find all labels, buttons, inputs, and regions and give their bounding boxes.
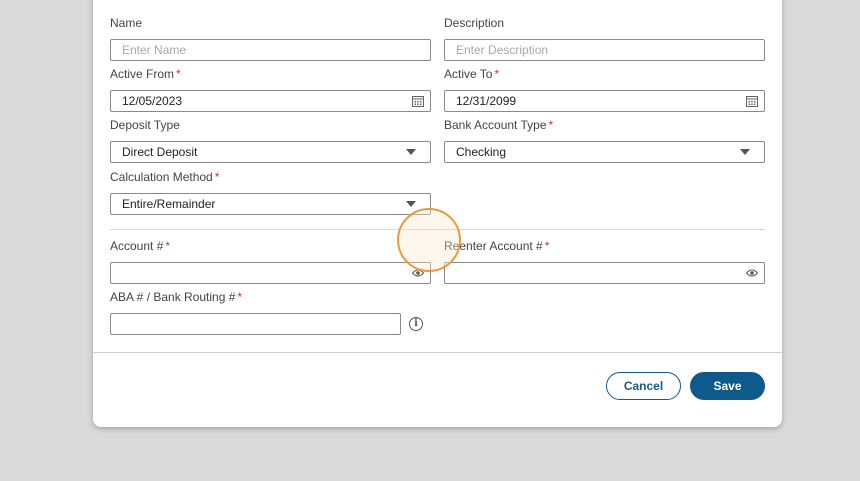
reenter-account-number-label: Reenter Account # * <box>444 239 550 253</box>
deposit-type-select[interactable]: Direct Deposit <box>110 141 431 163</box>
active-to-label: Active To * <box>444 67 500 81</box>
account-number-input[interactable] <box>110 262 431 284</box>
active-from-field-group: Active From * 12/05/2023 <box>110 66 431 112</box>
name-label: Name <box>110 16 143 30</box>
calculation-method-field-group: Calculation Method * Entire/Remainder <box>110 169 431 215</box>
reenter-account-number-field-group: Reenter Account # * <box>444 238 765 284</box>
active-from-input[interactable]: 12/05/2023 <box>110 90 431 112</box>
calendar-icon[interactable] <box>746 91 758 111</box>
aba-routing-input[interactable] <box>110 313 401 335</box>
required-asterisk: * <box>237 290 243 304</box>
calculation-method-label: Calculation Method * <box>110 170 220 184</box>
chevron-down-icon[interactable] <box>406 142 416 162</box>
description-label: Description <box>444 16 505 30</box>
active-from-label: Active From * <box>110 67 181 81</box>
reenter-account-number-input[interactable] <box>444 262 765 284</box>
aba-routing-label: ABA # / Bank Routing # * <box>110 290 243 304</box>
required-asterisk: * <box>165 239 171 253</box>
bank-account-type-select[interactable]: Checking <box>444 141 765 163</box>
required-asterisk: * <box>548 118 554 132</box>
bank-account-type-field-group: Bank Account Type * Checking <box>444 117 765 163</box>
account-number-label: Account # * <box>110 239 171 253</box>
calculation-method-select[interactable]: Entire/Remainder <box>110 193 431 215</box>
bank-account-type-label: Bank Account Type * <box>444 118 554 132</box>
save-button[interactable]: Save <box>690 372 765 400</box>
active-to-field-group: Active To * 12/31/2099 <box>444 66 765 112</box>
chevron-down-icon[interactable] <box>406 194 416 214</box>
required-asterisk: * <box>494 67 500 81</box>
required-asterisk: * <box>214 170 220 184</box>
name-field-group: Name Enter Name <box>110 15 431 61</box>
eye-icon[interactable] <box>746 263 758 283</box>
required-asterisk: * <box>544 239 550 253</box>
bank-account-dialog: Name Enter Name Description Enter Descri… <box>93 0 782 427</box>
account-number-field-group: Account # * <box>110 238 431 284</box>
aba-routing-field-group: ABA # / Bank Routing # * i <box>110 289 431 335</box>
info-icon[interactable]: i <box>409 317 423 331</box>
footer-divider <box>93 352 782 353</box>
calendar-icon[interactable] <box>412 91 424 111</box>
chevron-down-icon[interactable] <box>740 142 750 162</box>
description-field-group: Description Enter Description <box>444 15 765 61</box>
required-asterisk: * <box>176 67 181 81</box>
deposit-type-label: Deposit Type <box>110 118 180 132</box>
eye-icon[interactable] <box>412 263 424 283</box>
active-to-input[interactable]: 12/31/2099 <box>444 90 765 112</box>
section-divider <box>110 229 765 230</box>
name-input[interactable]: Enter Name <box>110 39 431 61</box>
cancel-button[interactable]: Cancel <box>606 372 681 400</box>
description-input[interactable]: Enter Description <box>444 39 765 61</box>
deposit-type-field-group: Deposit Type Direct Deposit <box>110 117 431 163</box>
